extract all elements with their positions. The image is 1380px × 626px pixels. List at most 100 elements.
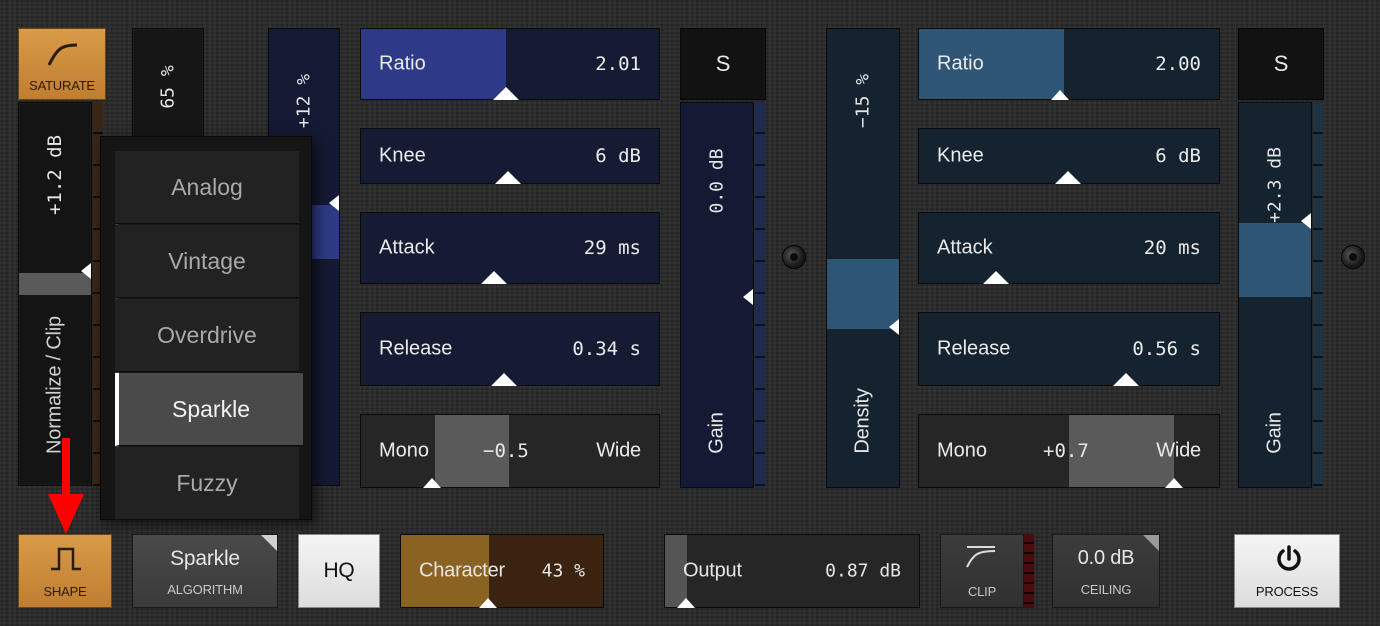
right-knee-slider[interactable]: Knee 6 dB bbox=[918, 128, 1220, 184]
saturate-gain-value: +1.2 dB bbox=[44, 134, 66, 216]
clip-label: CLIP bbox=[967, 584, 997, 599]
left-gain-marker bbox=[743, 289, 753, 305]
right-gain-meter bbox=[1313, 102, 1323, 488]
density-slider[interactable]: −15 % Density bbox=[826, 28, 900, 488]
right-width-value: +0.7 bbox=[1043, 440, 1089, 462]
right-attack-label: Attack bbox=[937, 236, 993, 259]
saturate-button[interactable]: SATURATE bbox=[18, 28, 106, 100]
menu-item-analog[interactable]: Analog bbox=[115, 151, 299, 224]
process-label: PROCESS bbox=[1255, 584, 1319, 599]
ceiling-control[interactable]: 0.0 dB CEILING bbox=[1052, 534, 1160, 608]
left-strip-marker bbox=[329, 195, 339, 211]
screw-right bbox=[1342, 246, 1364, 268]
left-knee-value: 6 dB bbox=[595, 145, 641, 167]
right-knee-value: 6 dB bbox=[1155, 145, 1201, 167]
left-width-value: −0.5 bbox=[483, 440, 529, 462]
left-ratio-label: Ratio bbox=[379, 52, 426, 75]
left-release-label: Release bbox=[379, 337, 453, 360]
red-arrow-annotation bbox=[48, 438, 84, 534]
right-width-marker bbox=[1165, 478, 1183, 488]
density-label: Density bbox=[851, 388, 874, 454]
right-width-wide-label: Wide bbox=[1156, 439, 1201, 462]
left-solo-button[interactable]: S bbox=[680, 28, 766, 100]
right-ratio-label: Ratio bbox=[937, 52, 984, 75]
right-gain-value: +2.3 dB bbox=[1264, 147, 1286, 223]
right-gain-label: Gain bbox=[1263, 412, 1286, 454]
right-width-mono-label: Mono bbox=[937, 439, 988, 462]
left-width-slider[interactable]: Mono −0.5 Wide bbox=[360, 414, 660, 488]
normalize-clip-label: Normalize / Clip bbox=[43, 316, 66, 454]
menu-item-fuzzy[interactable]: Fuzzy bbox=[115, 447, 299, 520]
right-release-marker bbox=[1113, 373, 1139, 386]
left-width-mono-label: Mono bbox=[379, 439, 430, 462]
left-ratio-marker bbox=[493, 87, 519, 100]
screw-center bbox=[783, 246, 805, 268]
right-gain-slider[interactable]: +2.3 dB Gain bbox=[1238, 102, 1312, 488]
algorithm-menu: Analog Vintage Overdrive Sparkle Fuzzy bbox=[100, 136, 312, 520]
algorithm-label: ALGORITHM bbox=[167, 582, 243, 597]
clip-meter bbox=[1024, 534, 1034, 608]
right-knee-marker bbox=[1055, 171, 1081, 184]
left-gain-meter bbox=[755, 102, 765, 488]
character-label: Character bbox=[419, 559, 506, 582]
density-marker bbox=[889, 319, 899, 335]
left-ratio-slider[interactable]: Ratio 2.01 bbox=[360, 28, 660, 100]
right-solo-button[interactable]: S bbox=[1238, 28, 1324, 100]
left-attack-label: Attack bbox=[379, 236, 435, 259]
left-knee-marker bbox=[495, 171, 521, 184]
left-solo-label: S bbox=[715, 51, 731, 76]
drive-value: 65 % bbox=[157, 65, 179, 109]
saturate-gain-marker bbox=[81, 263, 91, 279]
left-gain-slider[interactable]: 0.0 dB Gain bbox=[680, 102, 754, 488]
clip-curve-icon bbox=[966, 546, 996, 568]
left-release-value: 0.34 s bbox=[572, 338, 641, 360]
left-attack-value: 29 ms bbox=[583, 237, 641, 259]
left-knee-label: Knee bbox=[379, 144, 426, 167]
drive-strip[interactable]: 65 % bbox=[132, 28, 204, 148]
menu-item-overdrive[interactable]: Overdrive bbox=[115, 299, 299, 372]
character-slider[interactable]: Character 43 % bbox=[400, 534, 604, 608]
hq-button[interactable]: HQ bbox=[298, 534, 380, 608]
right-ratio-value: 2.00 bbox=[1155, 53, 1201, 75]
left-attack-slider[interactable]: Attack 29 ms bbox=[360, 212, 660, 284]
left-release-slider[interactable]: Release 0.34 s bbox=[360, 312, 660, 386]
saturate-label: SATURATE bbox=[29, 78, 95, 93]
character-marker bbox=[479, 598, 497, 608]
hq-label: HQ bbox=[323, 559, 355, 582]
process-button[interactable]: PROCESS bbox=[1234, 534, 1340, 608]
left-gain-label: Gain bbox=[705, 412, 728, 454]
left-attack-marker bbox=[481, 271, 507, 284]
left-knee-slider[interactable]: Knee 6 dB bbox=[360, 128, 660, 184]
right-gain-fill bbox=[1239, 223, 1311, 297]
clip-button[interactable]: CLIP bbox=[940, 534, 1024, 608]
right-release-slider[interactable]: Release 0.56 s bbox=[918, 312, 1220, 386]
right-width-slider[interactable]: Mono +0.7 Wide bbox=[918, 414, 1220, 488]
right-attack-value: 20 ms bbox=[1143, 237, 1201, 259]
square-wave-icon bbox=[51, 547, 81, 571]
shape-label: SHAPE bbox=[43, 584, 87, 599]
right-attack-slider[interactable]: Attack 20 ms bbox=[918, 212, 1220, 284]
saturate-curve-icon bbox=[47, 43, 78, 66]
algorithm-value: Sparkle bbox=[170, 547, 240, 570]
right-gain-marker bbox=[1301, 213, 1311, 229]
left-gain-value: 0.0 dB bbox=[706, 148, 728, 214]
shape-button[interactable]: SHAPE bbox=[18, 534, 112, 608]
output-marker bbox=[677, 598, 695, 608]
algorithm-selector[interactable]: Sparkle ALGORITHM bbox=[132, 534, 278, 608]
saturate-gain-slider[interactable]: +1.2 dB Normalize / Clip bbox=[18, 102, 92, 486]
output-label: Output bbox=[683, 559, 742, 582]
character-value: 43 % bbox=[541, 560, 585, 582]
output-slider[interactable]: Output 0.87 dB bbox=[664, 534, 920, 608]
menu-item-vintage[interactable]: Vintage bbox=[115, 225, 299, 298]
ceiling-value: 0.0 dB bbox=[1077, 547, 1135, 569]
right-attack-marker bbox=[983, 271, 1009, 284]
menu-item-sparkle[interactable]: Sparkle bbox=[115, 373, 303, 446]
right-ratio-marker bbox=[1051, 90, 1069, 100]
left-width-marker bbox=[423, 478, 441, 488]
power-icon bbox=[1277, 545, 1301, 571]
left-strip-value: +12 % bbox=[293, 73, 315, 129]
right-release-label: Release bbox=[937, 337, 1011, 360]
left-width-wide-label: Wide bbox=[596, 439, 641, 462]
left-ratio-value: 2.01 bbox=[595, 53, 641, 75]
right-ratio-slider[interactable]: Ratio 2.00 bbox=[918, 28, 1220, 100]
